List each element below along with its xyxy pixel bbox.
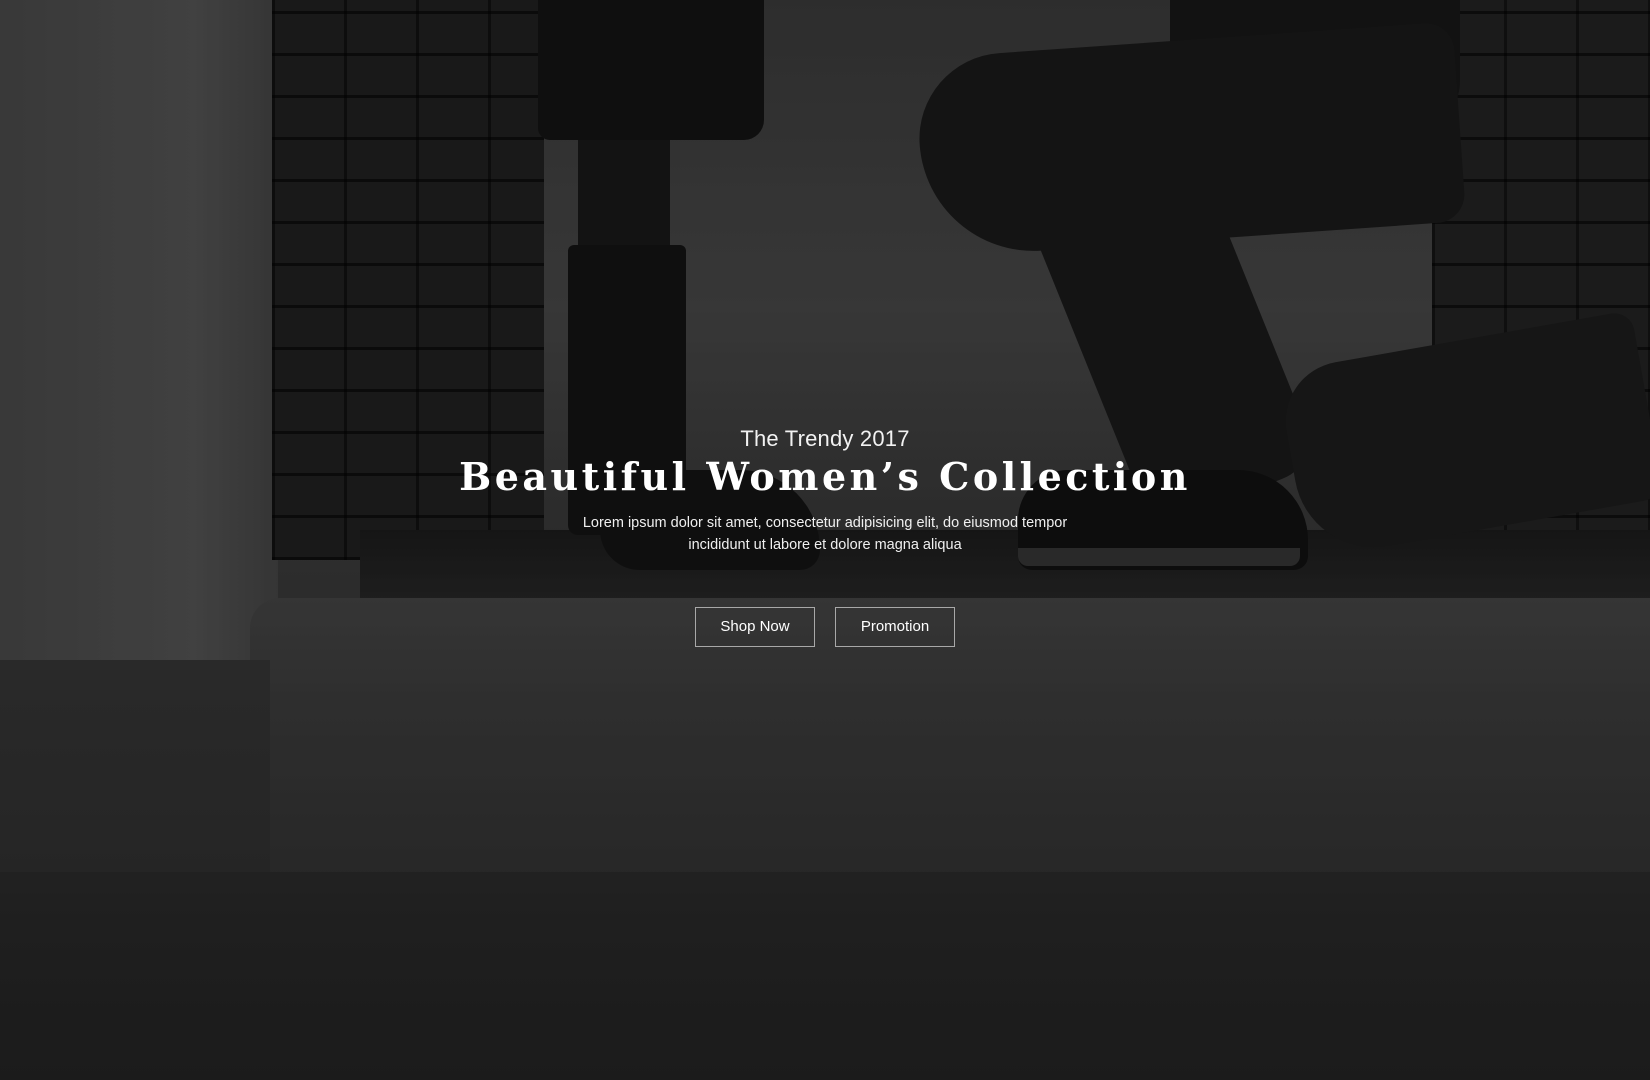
- hero-description-line-2: incididunt ut labore et dolore magna ali…: [688, 537, 962, 553]
- hero-banner: The Trendy 2017 Beautiful Women’s Collec…: [0, 0, 1650, 1080]
- hero-description: Lorem ipsum dolor sit amet, consectetur …: [525, 512, 1125, 556]
- hero-description-line-1: Lorem ipsum dolor sit amet, consectetur …: [582, 515, 1068, 531]
- hero-eyebrow: The Trendy 2017: [740, 426, 910, 451]
- hero-headline: Beautiful Women’s Collection: [459, 454, 1191, 499]
- promotion-button[interactable]: Promotion: [835, 607, 955, 647]
- shop-now-button[interactable]: Shop Now: [695, 607, 815, 647]
- hero-content: The Trendy 2017 Beautiful Women’s Collec…: [0, 0, 1650, 1080]
